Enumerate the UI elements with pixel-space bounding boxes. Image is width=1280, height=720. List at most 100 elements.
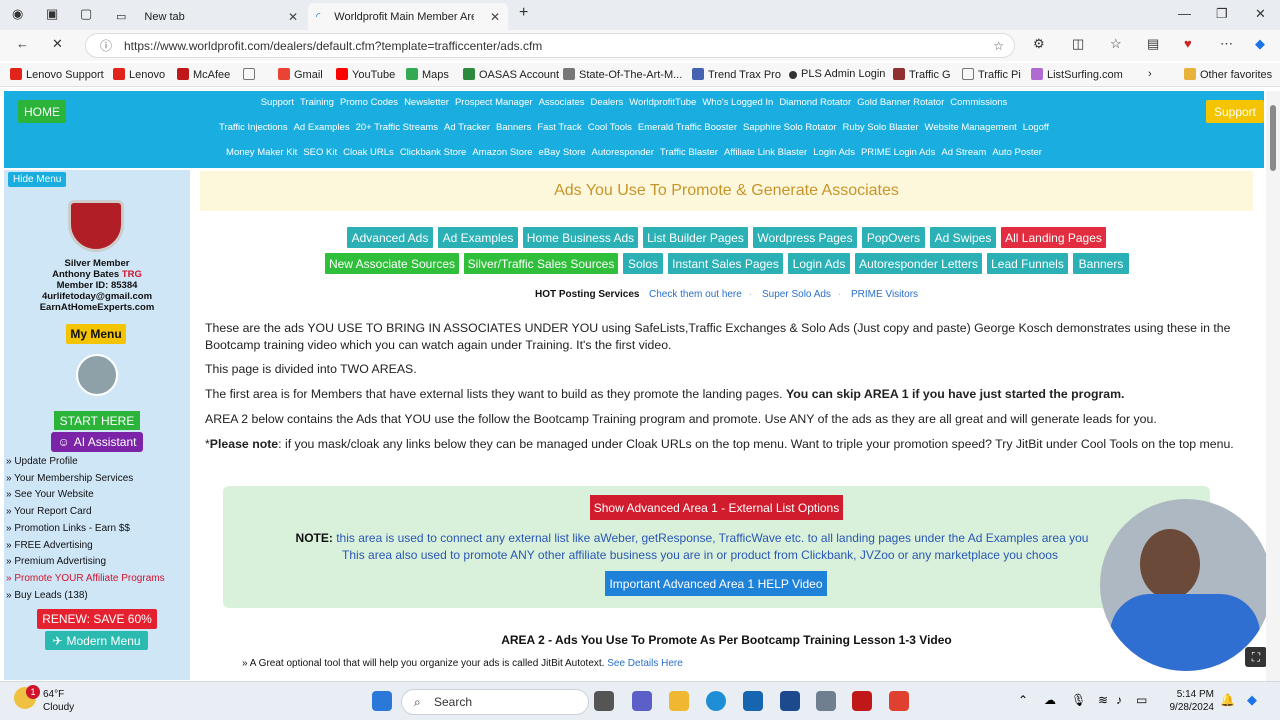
nav-item[interactable]: PRIME Login Ads bbox=[861, 147, 935, 158]
nav-item[interactable]: Ad Tracker bbox=[444, 122, 490, 133]
hide-menu-button[interactable]: Hide Menu bbox=[8, 172, 67, 187]
cat-login-ads[interactable]: Login Ads bbox=[788, 253, 850, 274]
nav-item[interactable]: eBay Store bbox=[539, 147, 586, 158]
nav-item[interactable]: Ruby Solo Blaster bbox=[842, 122, 918, 133]
cat-lead-funnels[interactable]: Lead Funnels bbox=[987, 253, 1068, 274]
nav-item[interactable]: Fast Track bbox=[537, 122, 581, 133]
lenovo-app-icon[interactable] bbox=[780, 691, 800, 711]
hot-link[interactable]: PRIME Visitors bbox=[851, 289, 918, 300]
close-tab-icon[interactable]: ✕ bbox=[490, 10, 500, 24]
hot-link[interactable]: Check them out here bbox=[649, 289, 742, 300]
nav-item[interactable]: Cloak URLs bbox=[343, 147, 394, 158]
cat-all-landing-pages[interactable]: All Landing Pages bbox=[1001, 227, 1106, 248]
volume-icon[interactable]: ♪ bbox=[1116, 693, 1122, 707]
nav-item[interactable]: SEO Kit bbox=[303, 147, 337, 158]
nav-item[interactable]: Affiliate Link Blaster bbox=[724, 147, 807, 158]
bookmark-traffic-pi[interactable]: Traffic Pi bbox=[962, 68, 1021, 81]
nav-item[interactable]: Ad Stream bbox=[941, 147, 986, 158]
bookmark-gmail[interactable]: Gmail bbox=[278, 68, 323, 81]
sidebar-link[interactable]: » Your Membership Services bbox=[6, 471, 165, 488]
cat-ad-examples[interactable]: Ad Examples bbox=[438, 227, 518, 248]
nav-item[interactable]: Emerald Traffic Booster bbox=[638, 122, 737, 133]
mcafee-icon[interactable] bbox=[852, 691, 872, 711]
cat-silver-traffic-sales[interactable]: Silver/Traffic Sales Sources bbox=[464, 253, 618, 274]
file-explorer-icon[interactable] bbox=[669, 691, 689, 711]
nav-item[interactable]: Amazon Store bbox=[472, 147, 532, 158]
nav-item[interactable]: Training bbox=[300, 97, 334, 108]
microphone-icon[interactable]: 🎙 bbox=[1071, 693, 1086, 707]
maximize-icon[interactable]: ❐ bbox=[1216, 6, 1228, 22]
nav-item[interactable]: Gold Banner Rotator bbox=[857, 97, 944, 108]
cat-advanced-ads[interactable]: Advanced Ads bbox=[347, 227, 433, 248]
bookmark-oasas[interactable]: OASAS Account bbox=[463, 68, 559, 81]
show-advanced-area-button[interactable]: Show Advanced Area 1 - External List Opt… bbox=[590, 495, 843, 520]
chevron-right-icon[interactable]: › bbox=[1148, 68, 1152, 80]
collections-icon[interactable]: ▤ bbox=[1147, 36, 1159, 52]
notifications-icon[interactable]: 🔔 bbox=[1220, 693, 1235, 707]
ai-assistant-button[interactable]: ☺ AI Assistant bbox=[51, 432, 143, 452]
copilot-icon[interactable]: ◆ bbox=[1247, 692, 1257, 708]
sidebar-link[interactable]: » See Your Website bbox=[6, 487, 165, 504]
nav-item[interactable]: Clickbank Store bbox=[400, 147, 467, 158]
tab-actions-icon[interactable]: ▢ bbox=[80, 6, 92, 22]
bookmark-mcafee[interactable]: McAfee bbox=[177, 68, 230, 81]
workspaces-icon[interactable]: ▣ bbox=[46, 6, 58, 22]
my-menu-button[interactable]: My Menu bbox=[66, 324, 126, 344]
nav-item[interactable]: WorldprofitTube bbox=[629, 97, 696, 108]
nav-item[interactable]: Logoff bbox=[1023, 122, 1049, 133]
nav-item[interactable]: Login Ads bbox=[813, 147, 855, 158]
nav-item[interactable]: Support bbox=[261, 97, 294, 108]
clock[interactable]: 5:14 PM 9/28/2024 bbox=[1164, 688, 1215, 714]
sidebar-link[interactable]: » Promote YOUR Affiliate Programs bbox=[6, 571, 165, 588]
task-view-icon[interactable] bbox=[594, 691, 614, 711]
cloud-icon[interactable]: ☁ bbox=[1044, 693, 1056, 707]
bookmark-maps[interactable]: Maps bbox=[406, 68, 449, 81]
profile-icon[interactable]: ◉ bbox=[12, 6, 23, 22]
bookmark-youtube[interactable]: YouTube bbox=[336, 68, 395, 81]
nav-item[interactable]: Cool Tools bbox=[588, 122, 632, 133]
nav-item[interactable]: Promo Codes bbox=[340, 97, 398, 108]
sidebar-link[interactable]: » FREE Advertising bbox=[6, 538, 165, 555]
edge-icon[interactable] bbox=[706, 691, 726, 711]
cat-instant-sales-pages[interactable]: Instant Sales Pages bbox=[668, 253, 783, 274]
browser-essentials-icon[interactable]: ♥ bbox=[1184, 36, 1192, 51]
split-screen-icon[interactable]: ◫ bbox=[1072, 36, 1084, 52]
cat-autoresponder-letters[interactable]: Autoresponder Letters bbox=[855, 253, 982, 274]
start-here-button[interactable]: START HERE bbox=[54, 411, 140, 430]
bookmark-pls-admin[interactable]: PLS Admin Login bbox=[789, 68, 885, 80]
close-window-icon[interactable]: ✕ bbox=[1255, 6, 1266, 22]
start-icon[interactable] bbox=[372, 691, 392, 711]
sidebar-link[interactable]: » Update Profile bbox=[6, 454, 165, 471]
favorite-star-icon[interactable]: ☆ bbox=[993, 39, 1004, 53]
nav-item[interactable]: Website Management bbox=[925, 122, 1017, 133]
nav-item[interactable]: Auto Poster bbox=[992, 147, 1042, 158]
bookmark-state-of-the-art[interactable]: State-Of-The-Art-M... bbox=[563, 68, 682, 81]
sidebar-link[interactable]: » Promotion Links - Earn $$ bbox=[6, 521, 165, 538]
cat-popovers[interactable]: PopOvers bbox=[862, 227, 925, 248]
nav-item[interactable]: Ad Examples bbox=[294, 122, 350, 133]
tab-new-tab[interactable]: ▭ New tab ✕ bbox=[108, 3, 306, 30]
fullscreen-icon[interactable]: ⛶ bbox=[1245, 647, 1267, 667]
back-icon[interactable]: ← bbox=[16, 36, 29, 51]
screen-recorder-icon[interactable] bbox=[889, 691, 909, 711]
nav-item[interactable]: Banners bbox=[496, 122, 531, 133]
renew-button[interactable]: RENEW: SAVE 60% bbox=[37, 609, 157, 629]
cat-solos[interactable]: Solos bbox=[623, 253, 663, 274]
copilot-icon[interactable]: ◆ bbox=[1255, 36, 1265, 52]
bookmark-listsurfing[interactable]: ListSurfing.com bbox=[1031, 68, 1123, 81]
nav-item[interactable]: Dealers bbox=[591, 97, 624, 108]
teams-icon[interactable] bbox=[632, 691, 652, 711]
bookmark-other-favorites[interactable]: Other favorites bbox=[1184, 68, 1272, 81]
battery-icon[interactable]: ▭ bbox=[1136, 693, 1147, 707]
more-icon[interactable]: ⋯ bbox=[1220, 36, 1233, 52]
nav-item[interactable]: Commissions bbox=[950, 97, 1007, 108]
modern-menu-button[interactable]: ✈ Modern Menu bbox=[45, 631, 148, 650]
url-field[interactable]: ⓘ https://www.worldprofit.com/dealers/de… bbox=[85, 33, 1015, 58]
nav-item[interactable]: 20+ Traffic Streams bbox=[356, 122, 438, 133]
bookmark-trend-trax[interactable]: Trend Trax Pro bbox=[692, 68, 781, 81]
scrollbar-thumb[interactable] bbox=[1270, 105, 1276, 171]
nav-item[interactable]: Sapphire Solo Rotator bbox=[743, 122, 836, 133]
bookmark-lenovo-support[interactable]: Lenovo Support bbox=[10, 68, 104, 81]
hot-link[interactable]: Super Solo Ads bbox=[762, 289, 831, 300]
extensions-icon[interactable]: ⚙ bbox=[1033, 36, 1045, 52]
